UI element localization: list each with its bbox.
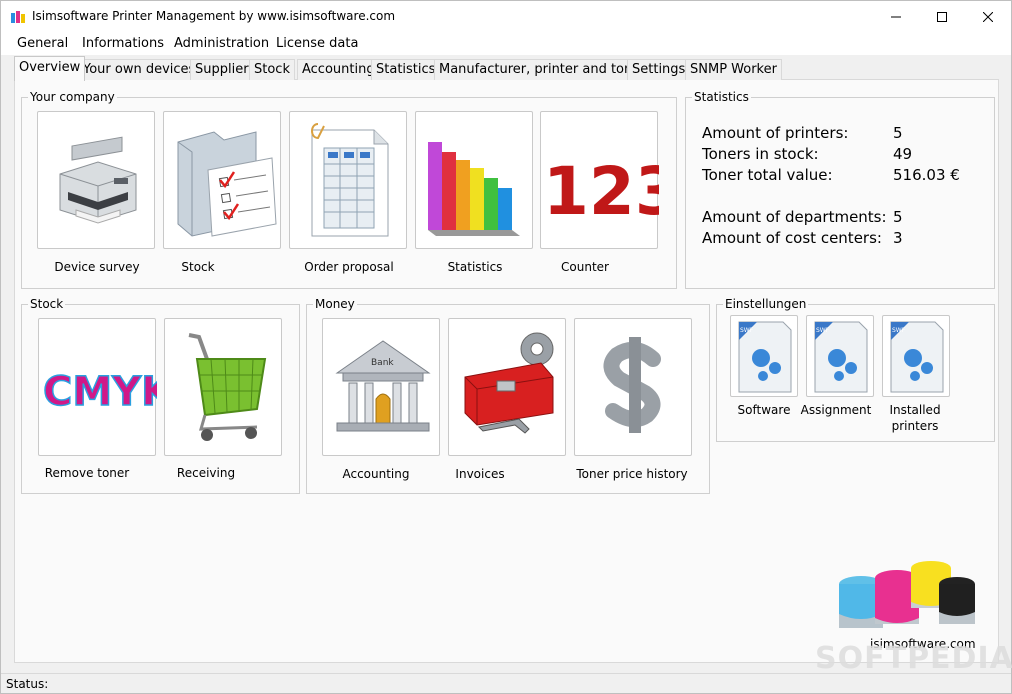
- tab-manufacturer-printer-toner[interactable]: Manufacturer, printer and toner: [434, 59, 651, 80]
- toner-price-history-label: Toner price history: [576, 467, 688, 481]
- stat-value-departments: 5: [893, 208, 903, 226]
- stat-value-toner-value: 516.03 €: [893, 166, 960, 184]
- installed-printers-settings-icon: SWF: [890, 321, 944, 393]
- close-button[interactable]: [965, 1, 1011, 33]
- counter-button[interactable]: 123: [540, 111, 681, 249]
- stock-label: Stock: [181, 260, 215, 274]
- receiving-button[interactable]: [164, 318, 282, 456]
- group-title-your-company: Your company: [28, 90, 117, 104]
- tab-your-own-devices[interactable]: Your own devices: [78, 59, 201, 80]
- printer-icon: [59, 136, 137, 224]
- stat-value-printers: 5: [893, 124, 903, 142]
- swf-badge-2: SWF: [816, 327, 830, 334]
- swf-badge-3: SWF: [892, 327, 906, 334]
- tab-overview[interactable]: Overview: [14, 56, 86, 81]
- title-bar: Isimsoftware Printer Management by www.i…: [1, 1, 1011, 33]
- receiving-label: Receiving: [176, 466, 236, 480]
- status-bar: Status:: [1, 673, 1011, 693]
- toolbox-icon: [464, 332, 554, 434]
- dollar-sign-icon: [603, 337, 661, 433]
- stat-label-toners: Toners in stock:: [702, 145, 819, 163]
- tab-bar: Overview Your own devices Supplier Stock…: [1, 56, 1011, 81]
- group-title-stock: Stock: [28, 297, 66, 311]
- software-button[interactable]: SWF: [730, 315, 798, 397]
- cmyk-icon: CMYK: [42, 368, 175, 416]
- stat-label-departments: Amount of departments:: [702, 208, 887, 226]
- bank-text: Bank: [371, 358, 394, 368]
- accounting-button[interactable]: Bank: [322, 318, 440, 456]
- window-title: Isimsoftware Printer Management by www.i…: [32, 9, 396, 23]
- counter-123-icon: 123: [543, 153, 681, 230]
- group-title-statistics: Statistics: [692, 90, 751, 104]
- tab-accounting[interactable]: Accounting: [297, 59, 380, 80]
- menu-administration[interactable]: Administration: [174, 36, 269, 51]
- softpedia-watermark: SOFTPEDIA: [815, 641, 1012, 676]
- software-settings-icon: SWF: [738, 321, 792, 393]
- device-survey-button[interactable]: [37, 111, 155, 249]
- close-icon: [983, 12, 993, 22]
- counter-digits: 123: [543, 153, 659, 230]
- tab-supplier[interactable]: Supplier: [190, 59, 254, 80]
- group-title-einstellungen: Einstellungen: [723, 297, 809, 311]
- installed-printers-button[interactable]: SWF: [882, 315, 950, 397]
- stock-button[interactable]: [163, 111, 281, 249]
- folder-checklist-icon: [177, 131, 277, 237]
- menu-license-data[interactable]: License data: [276, 36, 358, 51]
- stat-label-printers: Amount of printers:: [702, 124, 849, 142]
- status-text: Status:: [6, 677, 49, 691]
- swf-badge-1: SWF: [740, 327, 754, 334]
- tab-snmp-worker[interactable]: SNMP Worker: [685, 59, 782, 80]
- order-sheet-icon: [311, 123, 389, 237]
- minimize-icon: [891, 16, 901, 18]
- app-icon: [11, 11, 25, 23]
- installed-printers-label: Installed printers: [889, 403, 941, 433]
- maximize-button[interactable]: [919, 1, 965, 33]
- invoices-button[interactable]: [448, 318, 566, 456]
- stat-value-toners: 49: [893, 145, 913, 163]
- maximize-icon: [937, 12, 947, 22]
- assignment-settings-icon: SWF: [814, 321, 868, 393]
- cmyk-text: CMYK: [43, 369, 157, 415]
- shopping-cart-icon: [188, 333, 267, 441]
- stat-label-toner-value: Toner total value:: [702, 166, 833, 184]
- minimize-button[interactable]: [873, 1, 919, 33]
- bar-chart-icon: [428, 142, 520, 236]
- paint-buckets-logo: [839, 561, 975, 628]
- tab-statistics[interactable]: Statistics: [371, 59, 441, 80]
- app-window: Isimsoftware Printer Management by www.i…: [0, 0, 1012, 694]
- menu-informations[interactable]: Informations: [82, 36, 164, 51]
- remove-toner-button[interactable]: CMYK: [38, 318, 175, 456]
- bank-icon: Bank: [335, 340, 431, 432]
- tab-settings[interactable]: Settings: [627, 59, 691, 80]
- menu-bar: General Informations Administration Lice…: [1, 33, 1011, 55]
- stat-label-cost-centers: Amount of cost centers:: [702, 229, 882, 247]
- assignment-label: Assignment: [800, 403, 872, 417]
- statistics-button[interactable]: [415, 111, 533, 249]
- stat-value-cost-centers: 3: [893, 229, 903, 247]
- order-proposal-label: Order proposal: [304, 260, 394, 274]
- menu-general[interactable]: General: [17, 36, 68, 51]
- overview-panel: Your company Statistics Stock Money Eins…: [14, 79, 999, 663]
- toner-price-history-button[interactable]: [574, 318, 692, 456]
- order-proposal-button[interactable]: [289, 111, 407, 249]
- tab-stock[interactable]: Stock: [249, 59, 295, 80]
- assignment-button[interactable]: SWF: [806, 315, 874, 397]
- invoices-label: Invoices: [455, 467, 505, 481]
- group-title-money: Money: [313, 297, 357, 311]
- counter-label: Counter: [561, 260, 609, 274]
